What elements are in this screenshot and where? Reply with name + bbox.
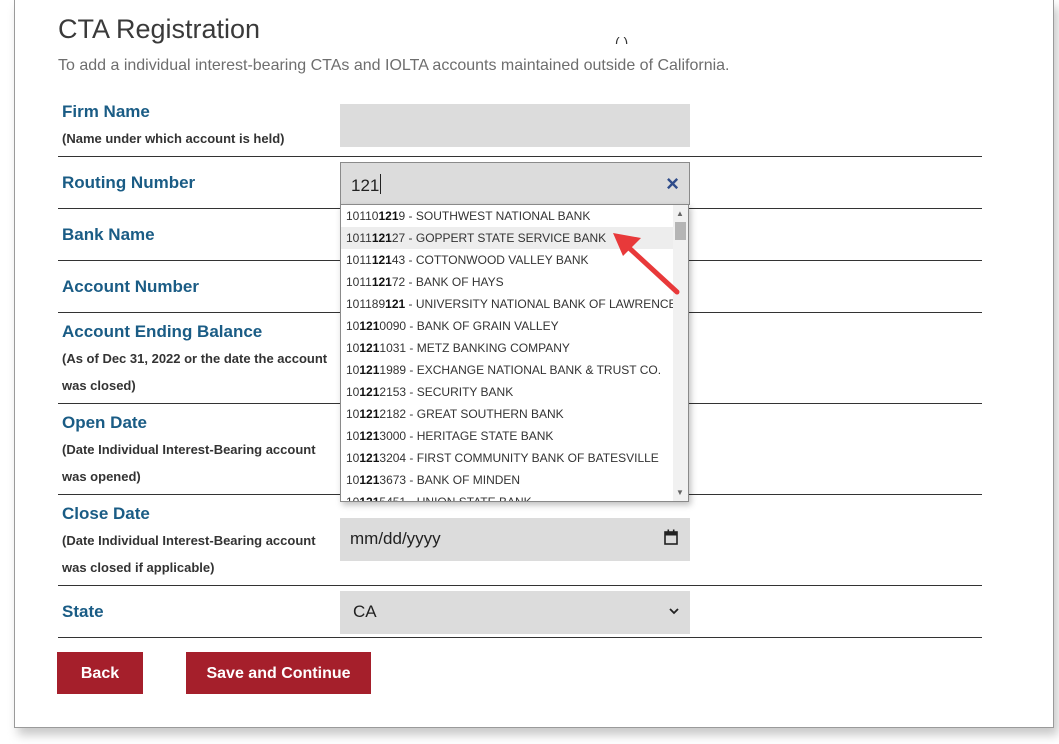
firm-name-sublabel: (Name under which account is held) <box>62 131 285 146</box>
state-value: CA <box>353 602 377 621</box>
open-date-sublabel: (Date Individual Interest-Bearing accoun… <box>62 442 316 484</box>
close-date-row: Close Date (Date Individual Interest-Bea… <box>58 494 982 586</box>
state-select[interactable]: CA <box>340 591 690 634</box>
close-date-sublabel: (Date Individual Interest-Bearing accoun… <box>62 533 316 575</box>
state-row: State CA <box>58 585 982 638</box>
ending-balance-sublabel: (As of Dec 31, 2022 or the date the acco… <box>62 351 328 393</box>
save-continue-button[interactable]: Save and Continue <box>186 652 371 694</box>
clipped-text: ( ) <box>615 34 629 44</box>
autocomplete-option[interactable]: 101212153 - SECURITY BANK <box>341 381 676 403</box>
calendar-icon[interactable] <box>664 529 678 545</box>
close-date-label: Close Date <box>62 504 150 523</box>
routing-number-value: 121 <box>351 174 382 195</box>
back-button[interactable]: Back <box>57 652 143 694</box>
page-title: CTA Registration <box>58 14 261 44</box>
routing-number-label: Routing Number <box>62 173 196 192</box>
ending-balance-label: Account Ending Balance <box>62 322 263 341</box>
date-placeholder: mm/dd/yyyy <box>350 529 441 548</box>
firm-name-label: Firm Name <box>62 102 150 121</box>
close-icon[interactable]: × <box>666 171 679 197</box>
annotation-arrow-icon <box>613 233 680 295</box>
autocomplete-option[interactable]: 101210090 - BANK OF GRAIN VALLEY <box>341 315 676 337</box>
account-number-label: Account Number <box>62 277 199 296</box>
registration-panel: CTA Registration ( ) To add a individual… <box>14 0 1054 728</box>
chevron-down-icon <box>669 608 679 615</box>
routing-number-input[interactable]: 121 × <box>340 162 690 205</box>
autocomplete-option[interactable]: 101213673 - BANK OF MINDEN <box>341 469 676 491</box>
page-subtitle: To add a individual interest-bearing CTA… <box>58 57 730 74</box>
autocomplete-option[interactable]: 101213000 - HERITAGE STATE BANK <box>341 425 676 447</box>
autocomplete-option[interactable]: 101213204 - FIRST COMMUNITY BANK OF BATE… <box>341 447 676 469</box>
open-date-label: Open Date <box>62 413 148 432</box>
scroll-down-icon[interactable]: ▼ <box>676 488 684 497</box>
firm-name-row: Firm Name (Name under which account is h… <box>58 93 982 157</box>
state-label: State <box>62 602 104 621</box>
bank-name-label: Bank Name <box>62 225 155 244</box>
autocomplete-option[interactable]: 101215451 - UNION STATE BANK <box>341 491 676 501</box>
scroll-up-icon[interactable]: ▲ <box>676 209 684 218</box>
autocomplete-option[interactable]: 101211989 - EXCHANGE NATIONAL BANK & TRU… <box>341 359 676 381</box>
close-date-input[interactable]: mm/dd/yyyy <box>340 518 690 561</box>
autocomplete-option[interactable]: 101211031 - METZ BANKING COMPANY <box>341 337 676 359</box>
routing-number-row: Routing Number 121 × <box>58 156 982 209</box>
firm-name-input[interactable] <box>340 104 690 147</box>
autocomplete-option[interactable]: 101212182 - GREAT SOUTHERN BANK <box>341 403 676 425</box>
